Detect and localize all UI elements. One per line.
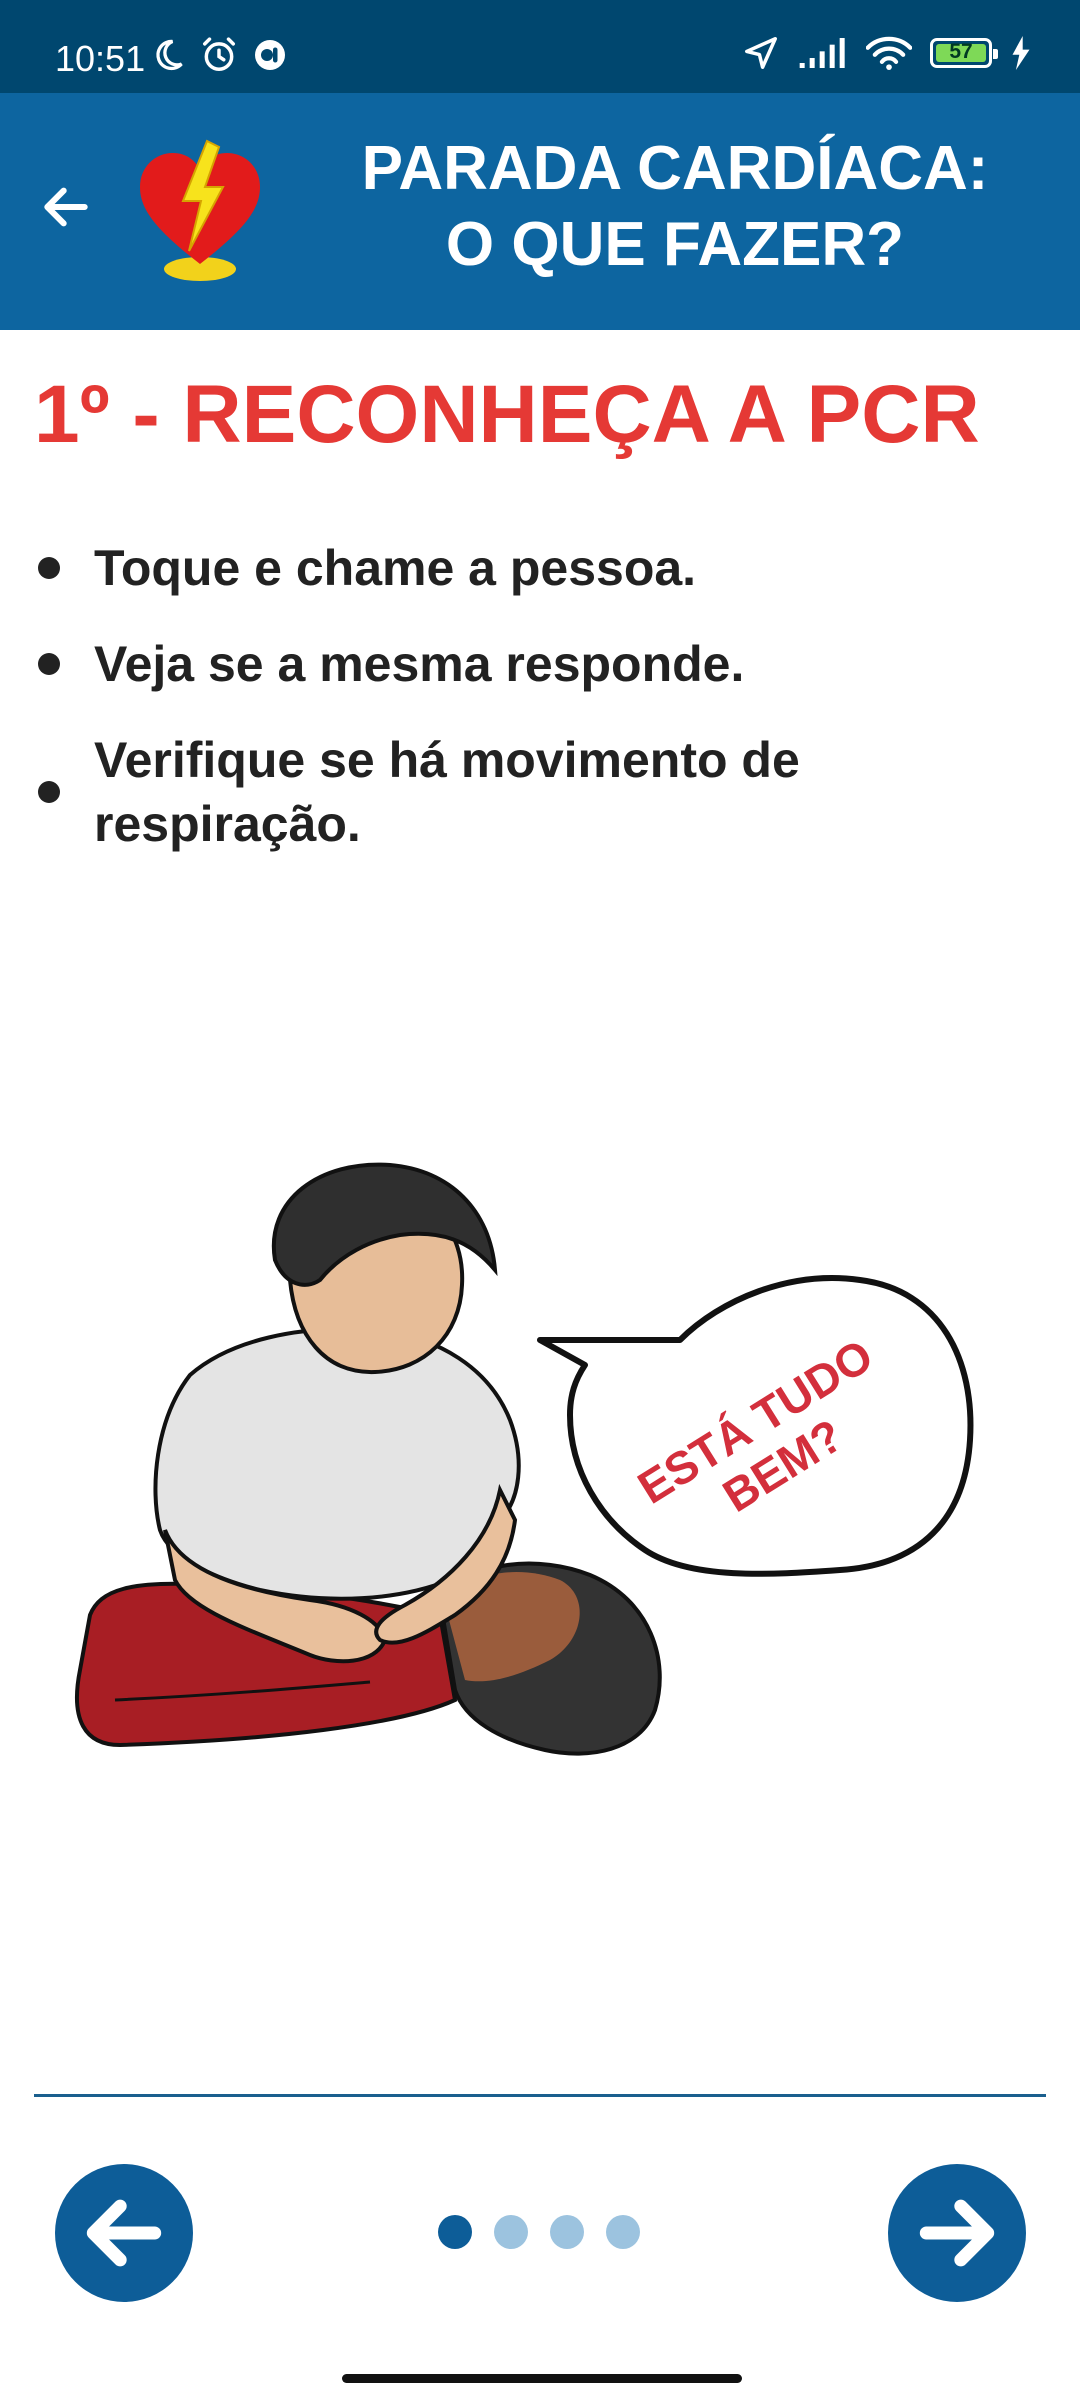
step-title: 1º - RECONHEÇA A PCR [34, 369, 980, 460]
page-title-line2: O QUE FAZER? [445, 210, 905, 279]
alarm-icon [203, 37, 235, 71]
status-bar: 10:51 57 [0, 0, 1080, 93]
status-time: 10:51 [55, 38, 146, 79]
list-item-text: Toque e chame a pessoa. [94, 540, 697, 596]
next-button[interactable] [888, 2164, 1026, 2302]
status-icons-right: 57 [742, 34, 1032, 72]
status-icons-left [150, 36, 288, 74]
rescuer-illustration: ESTÁ TUDO BEM? [74, 1162, 974, 1756]
signal-icon [799, 38, 845, 68]
bullet-dot [38, 781, 60, 803]
heart-lightning-icon [140, 139, 260, 281]
list-item-text: Verifique se há movimento de respiração. [94, 732, 800, 852]
page-title-line1: PARADA CARDÍACA: [361, 134, 989, 203]
battery-icon: 57 [930, 38, 998, 68]
page-indicator [438, 2215, 640, 2249]
page-dot-4[interactable] [606, 2215, 640, 2249]
arrow-left-icon[interactable] [38, 179, 94, 235]
battery-tip [993, 49, 998, 59]
page-dot-1[interactable] [438, 2215, 472, 2249]
list-item: Toque e chame a pessoa. [34, 536, 1034, 600]
bullet-dot [38, 557, 60, 579]
battery-level: 57 [949, 40, 973, 63]
arrow-right-icon [919, 2199, 995, 2267]
bullet-dot [38, 653, 60, 675]
list-item: Veja se a mesma responde. [34, 632, 1034, 696]
list-item: Verifique se há movimento de respiração. [34, 728, 1034, 856]
app-notification-icon [255, 40, 285, 70]
page-dot-3[interactable] [550, 2215, 584, 2249]
arrow-left-icon [86, 2199, 162, 2267]
page-title: PARADA CARDÍACA: O QUE FAZER? [330, 131, 1020, 283]
moon-icon [156, 39, 183, 71]
home-indicator[interactable] [342, 2374, 742, 2383]
wifi-icon [866, 36, 912, 70]
list-item-text: Veja se a mesma responde. [94, 636, 745, 692]
instruction-list: Toque e chame a pessoa. Veja se a mesma … [34, 536, 1034, 888]
previous-button[interactable] [55, 2164, 193, 2302]
page-dot-2[interactable] [494, 2215, 528, 2249]
location-arrow-icon [745, 37, 777, 69]
charging-bolt-icon [1012, 36, 1030, 70]
app-bar: PARADA CARDÍACA: O QUE FAZER? [0, 93, 1080, 330]
bottom-divider [34, 2094, 1046, 2097]
